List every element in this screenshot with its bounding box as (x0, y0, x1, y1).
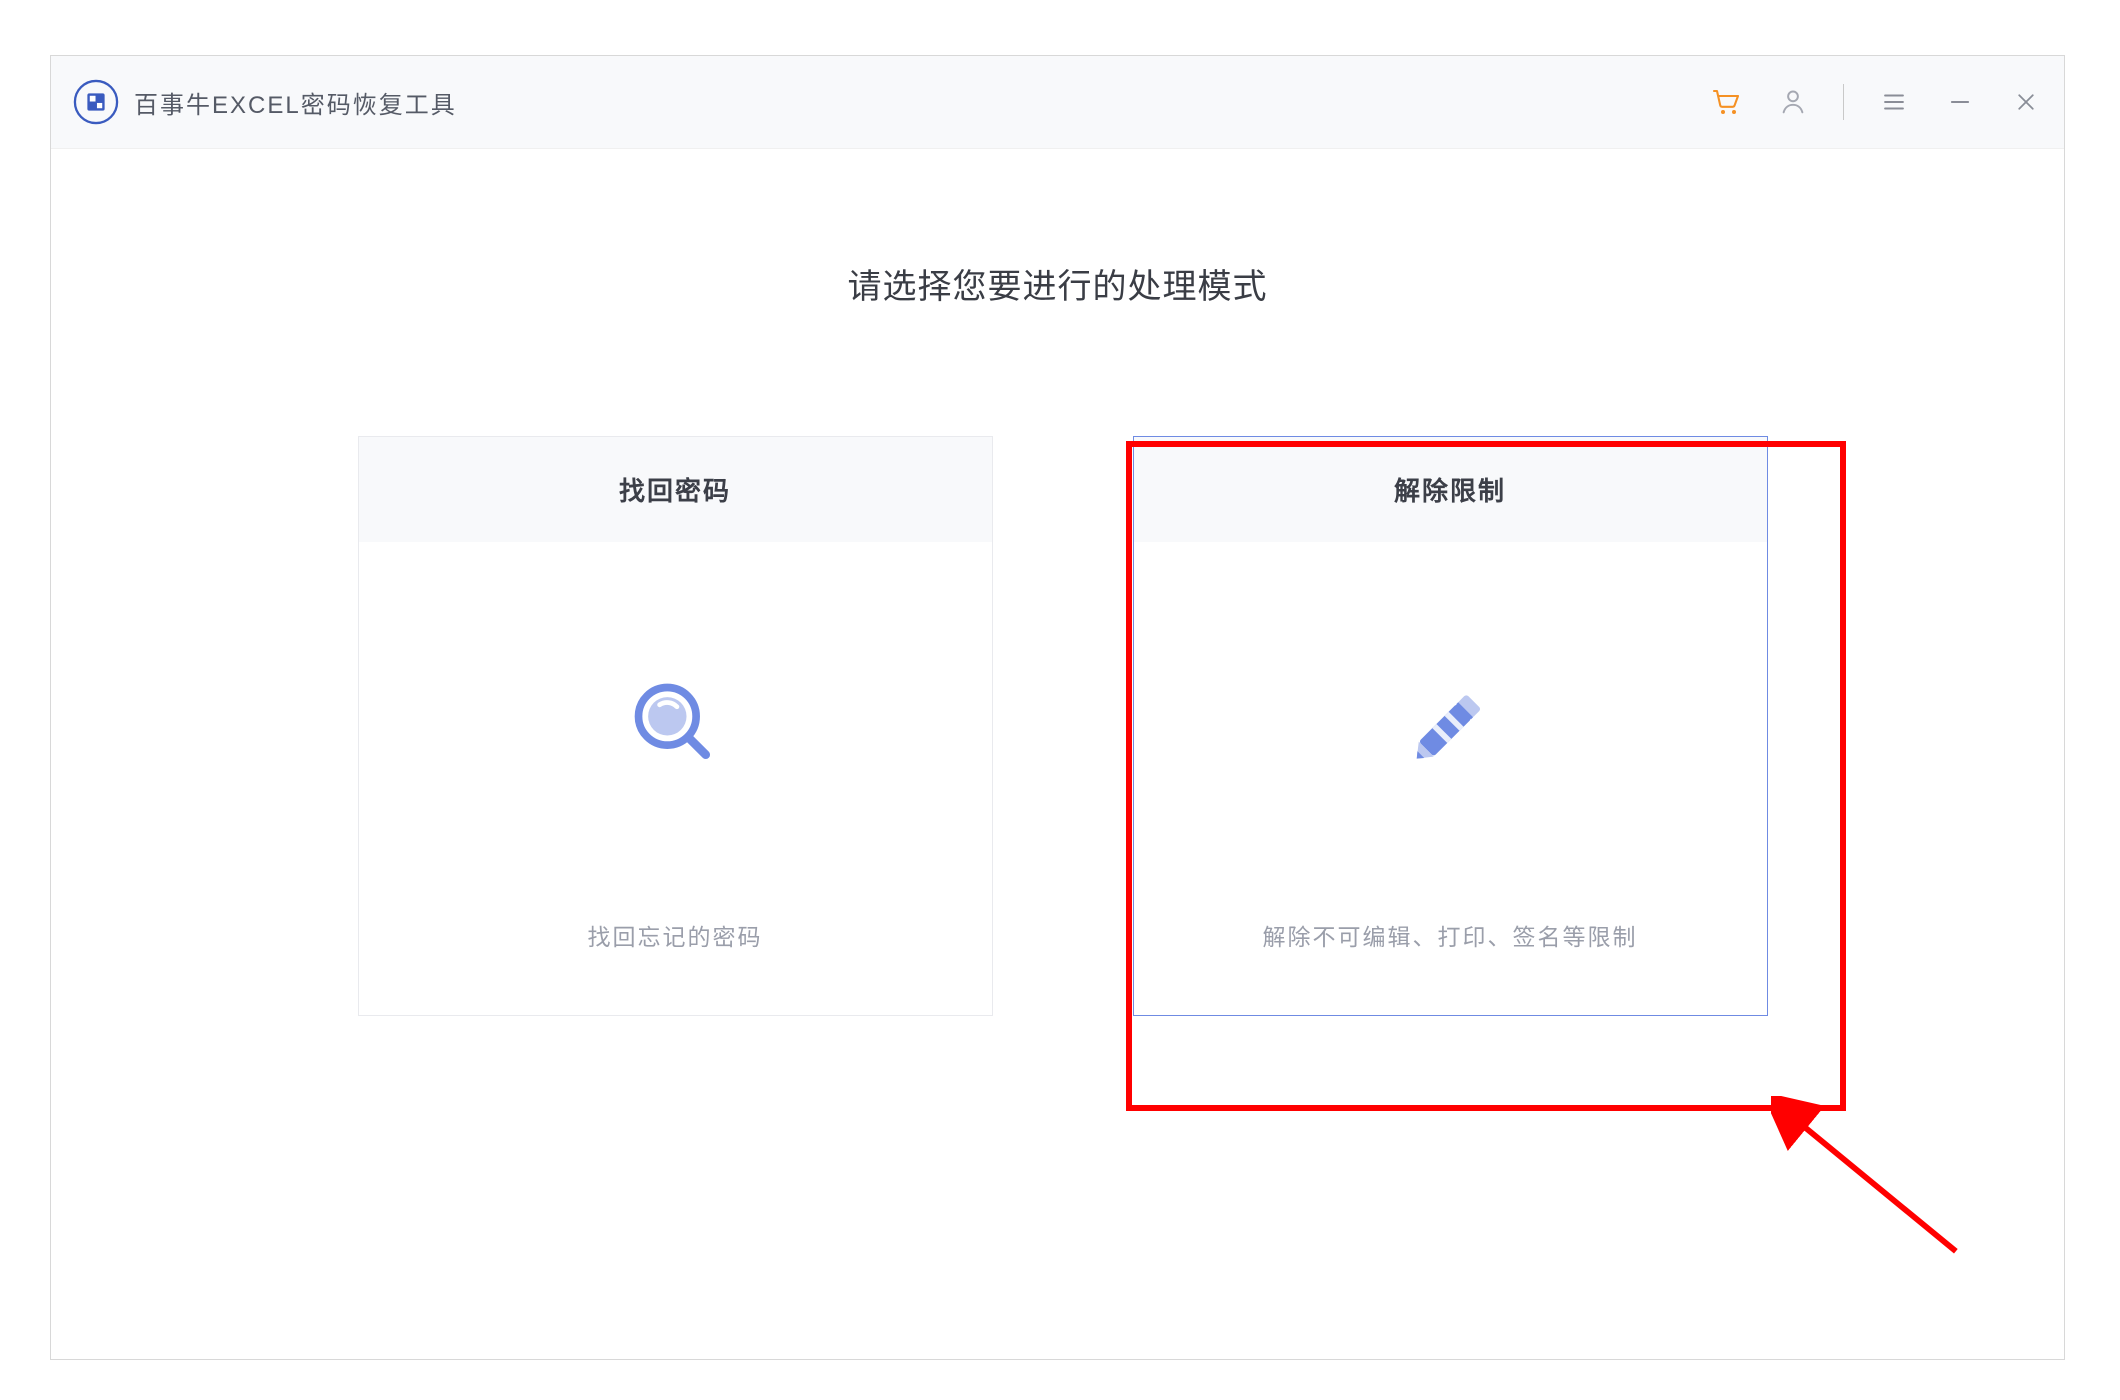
mode-cards-row: 找回密码 找回忘记的密码 (51, 436, 2064, 1016)
titlebar: 百事牛EXCEL密码恢复工具 (51, 56, 2064, 149)
minimize-button[interactable] (1944, 86, 1976, 118)
app-title: 百事牛EXCEL密码恢复工具 (134, 85, 1711, 120)
close-button[interactable] (2010, 86, 2042, 118)
user-icon[interactable] (1777, 86, 1809, 118)
recover-card-desc: 找回忘记的密码 (359, 910, 992, 1015)
unlock-card-title: 解除限制 (1134, 437, 1767, 542)
unlock-card[interactable]: 解除限制 (1133, 436, 1768, 1016)
titlebar-divider (1843, 84, 1844, 120)
app-window: 百事牛EXCEL密码恢复工具 (50, 55, 2065, 1360)
app-logo-icon (73, 79, 119, 125)
recover-card[interactable]: 找回密码 找回忘记的密码 (358, 436, 993, 1016)
main-content: 请选择您要进行的处理模式 找回密码 (51, 149, 2064, 1016)
cart-icon[interactable] (1711, 86, 1743, 118)
annotation-arrow-icon (1771, 1096, 1966, 1261)
unlock-card-desc: 解除不可编辑、打印、签名等限制 (1134, 910, 1767, 1015)
page-heading: 请选择您要进行的处理模式 (51, 259, 2064, 308)
recover-card-title: 找回密码 (359, 437, 992, 542)
search-icon (627, 676, 723, 777)
pencil-icon (1402, 676, 1498, 777)
menu-icon[interactable] (1878, 86, 1910, 118)
